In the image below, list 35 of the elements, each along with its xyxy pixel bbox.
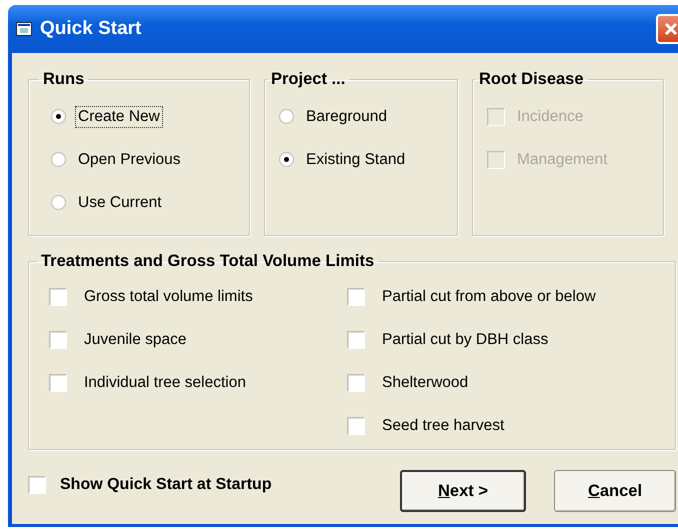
radio-button[interactable] <box>51 195 66 210</box>
cancel-button[interactable]: Cancel <box>554 470 676 512</box>
close-icon[interactable] <box>656 14 678 44</box>
option-label[interactable]: Gross total volume limits <box>81 286 256 308</box>
option-label[interactable]: Individual tree selection <box>81 372 249 394</box>
option-label[interactable]: Partial cut from above or below <box>379 286 599 308</box>
checkbox[interactable] <box>49 374 67 392</box>
group-title: Root Disease <box>478 70 585 89</box>
option-label[interactable]: Use Current <box>75 192 165 214</box>
checkbox[interactable] <box>347 288 365 306</box>
group-title: Project ... <box>270 70 346 89</box>
radio-button[interactable] <box>51 109 66 124</box>
option-label[interactable]: Open Previous <box>75 148 184 170</box>
group-title: Treatments and Gross Total Volume Limits <box>40 252 376 271</box>
option-label[interactable]: Show Quick Start at Startup <box>60 476 272 494</box>
radio-button[interactable] <box>51 152 66 167</box>
option-label[interactable]: Create New <box>75 106 163 128</box>
option-label[interactable]: Seed tree harvest <box>379 414 508 436</box>
window-icon <box>16 22 32 36</box>
option-label[interactable]: Bareground <box>303 106 390 128</box>
checkbox[interactable] <box>49 330 67 348</box>
option-label[interactable]: Partial cut by DBH class <box>379 328 552 350</box>
checkbox[interactable] <box>347 374 365 392</box>
option-label[interactable]: Juvenile space <box>81 328 190 350</box>
group-title: Runs <box>42 70 86 89</box>
checkbox[interactable] <box>347 416 365 434</box>
checkbox[interactable] <box>49 288 67 306</box>
option-label[interactable]: Existing Stand <box>303 148 408 170</box>
checkbox[interactable] <box>347 330 365 348</box>
option-label[interactable]: Shelterwood <box>379 372 472 394</box>
next-button[interactable]: Next > <box>400 470 526 512</box>
window-title: Quick Start <box>40 18 142 40</box>
checkbox[interactable] <box>28 476 46 494</box>
radio-button[interactable] <box>279 152 294 167</box>
radio-button[interactable] <box>279 109 294 124</box>
